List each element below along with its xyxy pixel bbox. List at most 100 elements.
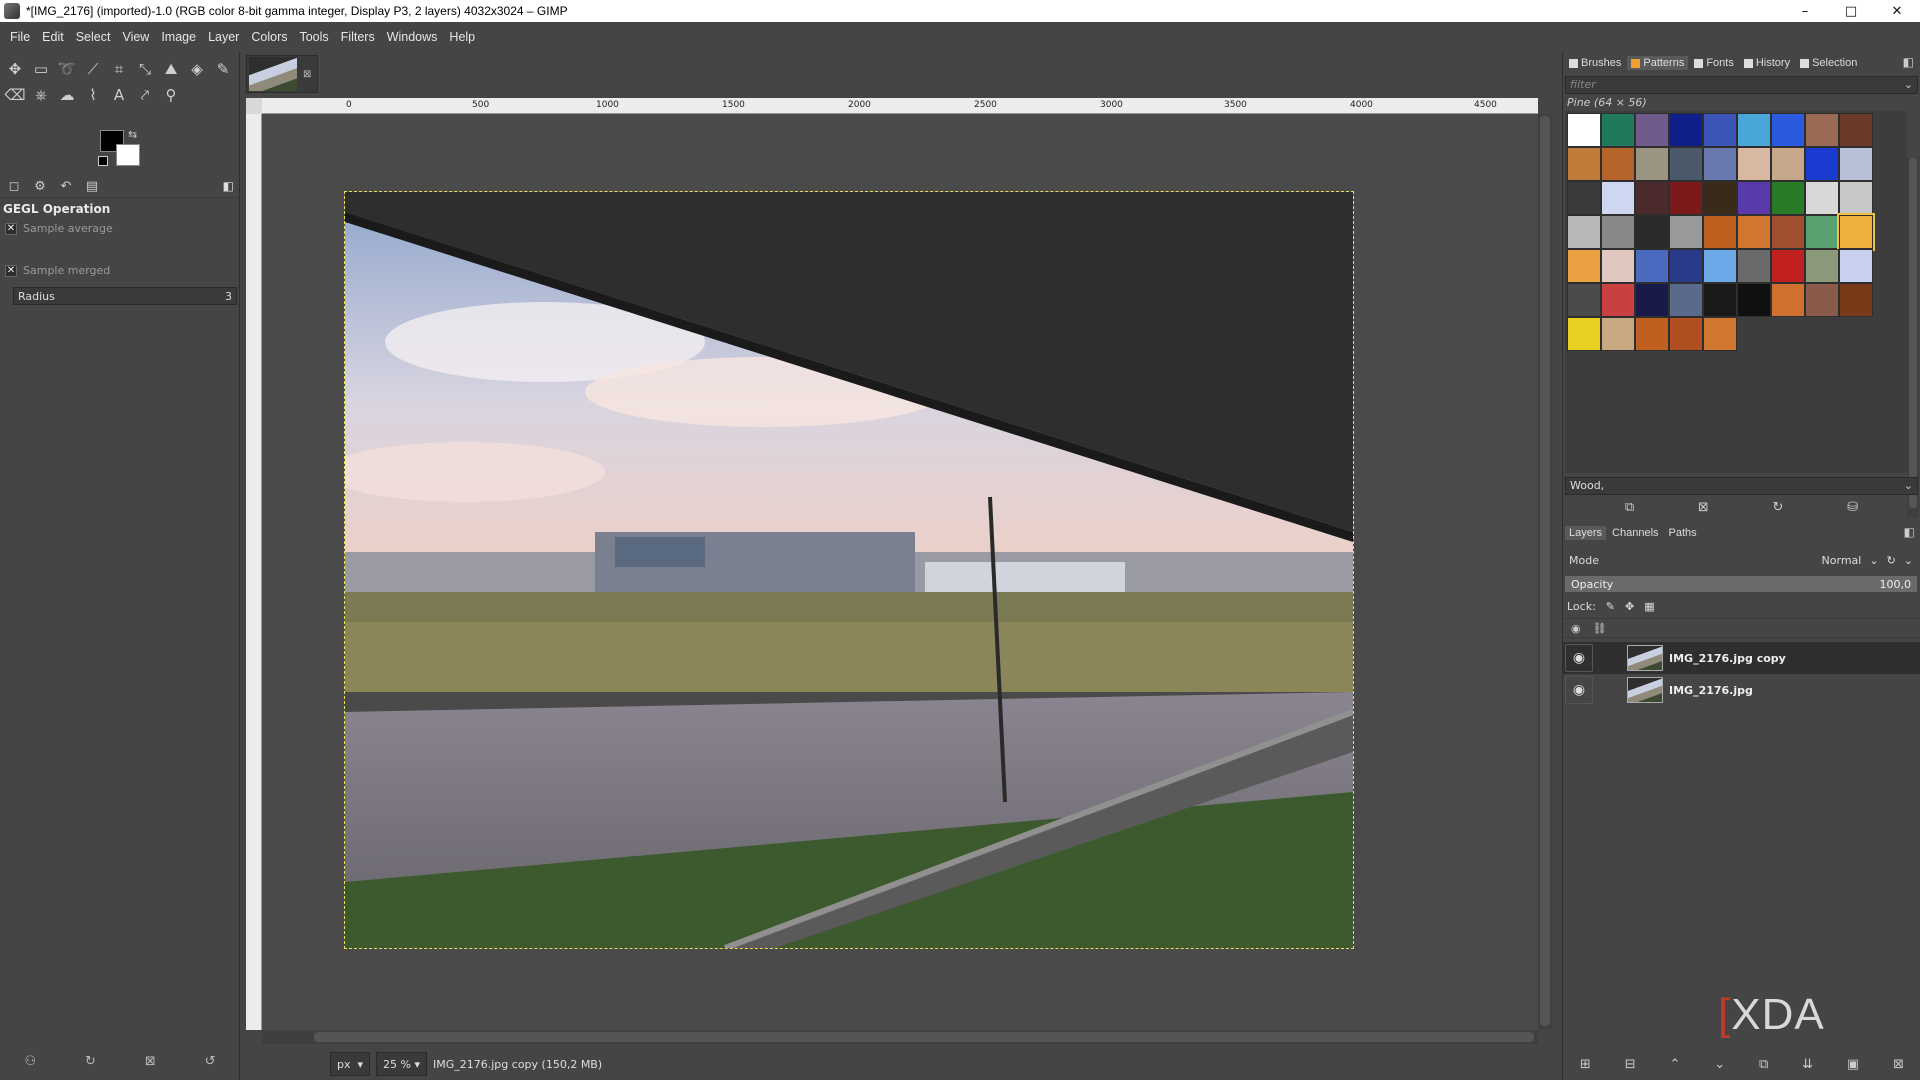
smudge-tool-icon[interactable]: ☁	[54, 82, 80, 108]
menu-view[interactable]: View	[116, 30, 155, 44]
sample-merged-checkbox[interactable]: ✕	[5, 264, 17, 277]
menu-filters[interactable]: Filters	[335, 30, 381, 44]
pattern-swatch[interactable]	[1669, 181, 1703, 215]
lock-position-icon[interactable]: ✥	[1625, 600, 1634, 613]
pattern-swatch[interactable]	[1601, 317, 1635, 351]
pattern-swatch[interactable]	[1601, 147, 1635, 181]
zoom-select[interactable]: 25 % ▾	[376, 1052, 427, 1076]
pattern-swatch[interactable]	[1601, 215, 1635, 249]
horizontal-ruler[interactable]: 0 500 1000 1500 2000 2500 3000 3500 4000…	[262, 98, 1538, 114]
reset-options-icon[interactable]: ↺	[205, 1054, 216, 1069]
delete-options-icon[interactable]: ⊠	[145, 1054, 156, 1069]
crop-tool-icon[interactable]: ⌗	[106, 56, 132, 82]
pattern-swatch[interactable]	[1567, 283, 1601, 317]
menu-edit[interactable]: Edit	[36, 30, 70, 44]
menu-image[interactable]: Image	[155, 30, 202, 44]
pattern-swatch[interactable]	[1635, 147, 1669, 181]
text-tool-icon[interactable]: A	[106, 82, 132, 108]
tab-channels[interactable]: Channels	[1608, 526, 1662, 540]
eye-icon[interactable]: ◉	[1565, 644, 1593, 672]
lock-alpha-icon[interactable]: ▦	[1644, 600, 1654, 613]
color-picker-tool-icon[interactable]: ⤤	[132, 82, 158, 108]
tab-patterns[interactable]: Patterns	[1627, 56, 1689, 70]
zoom-tool-icon[interactable]: ⚲	[158, 82, 184, 108]
configure-tab-icon[interactable]: ◧	[1904, 525, 1915, 539]
pattern-swatch[interactable]	[1669, 147, 1703, 181]
pattern-swatch[interactable]	[1635, 181, 1669, 215]
pattern-swatch[interactable]	[1567, 113, 1601, 147]
pattern-swatch[interactable]	[1567, 249, 1601, 283]
open-folder-icon[interactable]: ⛁	[1847, 500, 1858, 515]
pattern-swatch[interactable]	[1839, 249, 1873, 283]
menu-file[interactable]: File	[4, 30, 36, 44]
unified-transform-tool-icon[interactable]: ⤡	[132, 56, 158, 82]
clone-tool-icon[interactable]: ⎈	[28, 82, 54, 108]
pattern-swatch[interactable]	[1567, 317, 1601, 351]
pattern-swatch[interactable]	[1737, 249, 1771, 283]
pattern-swatch[interactable]	[1737, 147, 1771, 181]
pattern-tag-input[interactable]: Wood, ⌄	[1565, 477, 1918, 495]
pattern-swatch[interactable]	[1601, 249, 1635, 283]
pattern-swatch[interactable]	[1703, 147, 1737, 181]
restore-options-icon[interactable]: ↻	[85, 1054, 96, 1069]
pattern-swatch[interactable]	[1601, 113, 1635, 147]
pattern-swatch[interactable]	[1567, 181, 1601, 215]
pattern-swatch[interactable]	[1737, 215, 1771, 249]
raise-layer-icon[interactable]: ⌃	[1669, 1057, 1680, 1072]
pattern-swatch[interactable]	[1601, 181, 1635, 215]
pattern-scrollbar[interactable]	[1907, 158, 1919, 518]
tab-paths[interactable]: Paths	[1665, 526, 1701, 540]
open-pattern-as-image-icon[interactable]: ⧉	[1625, 500, 1634, 515]
configure-tab-icon[interactable]: ◧	[223, 179, 234, 193]
layer-row[interactable]: ◉ IMG_2176.jpg copy	[1563, 642, 1920, 674]
menu-help[interactable]: Help	[443, 30, 481, 44]
eraser-tool-icon[interactable]: ⌫	[2, 82, 28, 108]
bucket-fill-tool-icon[interactable]: ◈	[184, 56, 210, 82]
device-status-tab-icon[interactable]: ⚙	[30, 179, 50, 194]
tab-fonts[interactable]: Fonts	[1690, 56, 1738, 70]
pattern-swatch[interactable]	[1805, 181, 1839, 215]
pattern-scroll-thumb[interactable]	[1909, 158, 1917, 508]
pattern-swatch[interactable]	[1771, 147, 1805, 181]
menu-layer[interactable]: Layer	[202, 30, 245, 44]
eye-icon[interactable]: ◉	[1565, 676, 1593, 704]
refresh-patterns-icon[interactable]: ↻	[1773, 500, 1784, 515]
tab-history[interactable]: History	[1740, 56, 1794, 70]
vertical-ruler[interactable]	[246, 114, 262, 1030]
pattern-swatch[interactable]	[1839, 283, 1873, 317]
mode-select[interactable]: Normal ⌄ ↻ ⌄	[1822, 554, 1913, 567]
pattern-swatch[interactable]	[1771, 181, 1805, 215]
pattern-swatch[interactable]	[1771, 283, 1805, 317]
unit-select[interactable]: px ▾	[330, 1052, 371, 1076]
pattern-swatch[interactable]	[1839, 147, 1873, 181]
lasso-tool-icon[interactable]: ➰	[54, 56, 80, 82]
pattern-swatch[interactable]	[1635, 215, 1669, 249]
chevron-down-icon[interactable]: ⌄	[1904, 554, 1913, 567]
close-window-button[interactable]: ✕	[1874, 0, 1920, 22]
sample-merged-row[interactable]: ✕ Sample merged	[5, 264, 110, 277]
pattern-swatch[interactable]	[1737, 181, 1771, 215]
pattern-swatch[interactable]	[1669, 283, 1703, 317]
menu-select[interactable]: Select	[70, 30, 117, 44]
minimize-button[interactable]: –	[1782, 0, 1828, 22]
pattern-swatch[interactable]	[1703, 181, 1737, 215]
paintbrush-tool-icon[interactable]: ✎	[210, 56, 236, 82]
tab-brushes[interactable]: Brushes	[1565, 56, 1625, 70]
chevron-down-icon[interactable]: ⌄	[1904, 479, 1913, 492]
tab-layers[interactable]: Layers	[1565, 526, 1607, 540]
pattern-swatch[interactable]	[1635, 249, 1669, 283]
new-layer-icon[interactable]: ⊞	[1580, 1057, 1591, 1072]
menu-windows[interactable]: Windows	[381, 30, 444, 44]
images-tab-icon[interactable]: ▤	[82, 179, 102, 194]
move-tool-icon[interactable]: ✥	[2, 56, 28, 82]
pattern-swatch[interactable]	[1805, 249, 1839, 283]
swap-colors-icon[interactable]: ⇆	[128, 128, 137, 141]
vertical-scrollbar[interactable]	[1538, 114, 1552, 1030]
pattern-swatch[interactable]	[1805, 113, 1839, 147]
pattern-swatch[interactable]	[1805, 147, 1839, 181]
tab-selection[interactable]: Selection	[1796, 56, 1861, 70]
menu-colors[interactable]: Colors	[245, 30, 293, 44]
pattern-swatch[interactable]	[1635, 283, 1669, 317]
pattern-swatch[interactable]	[1703, 317, 1737, 351]
pattern-swatch[interactable]	[1703, 249, 1737, 283]
